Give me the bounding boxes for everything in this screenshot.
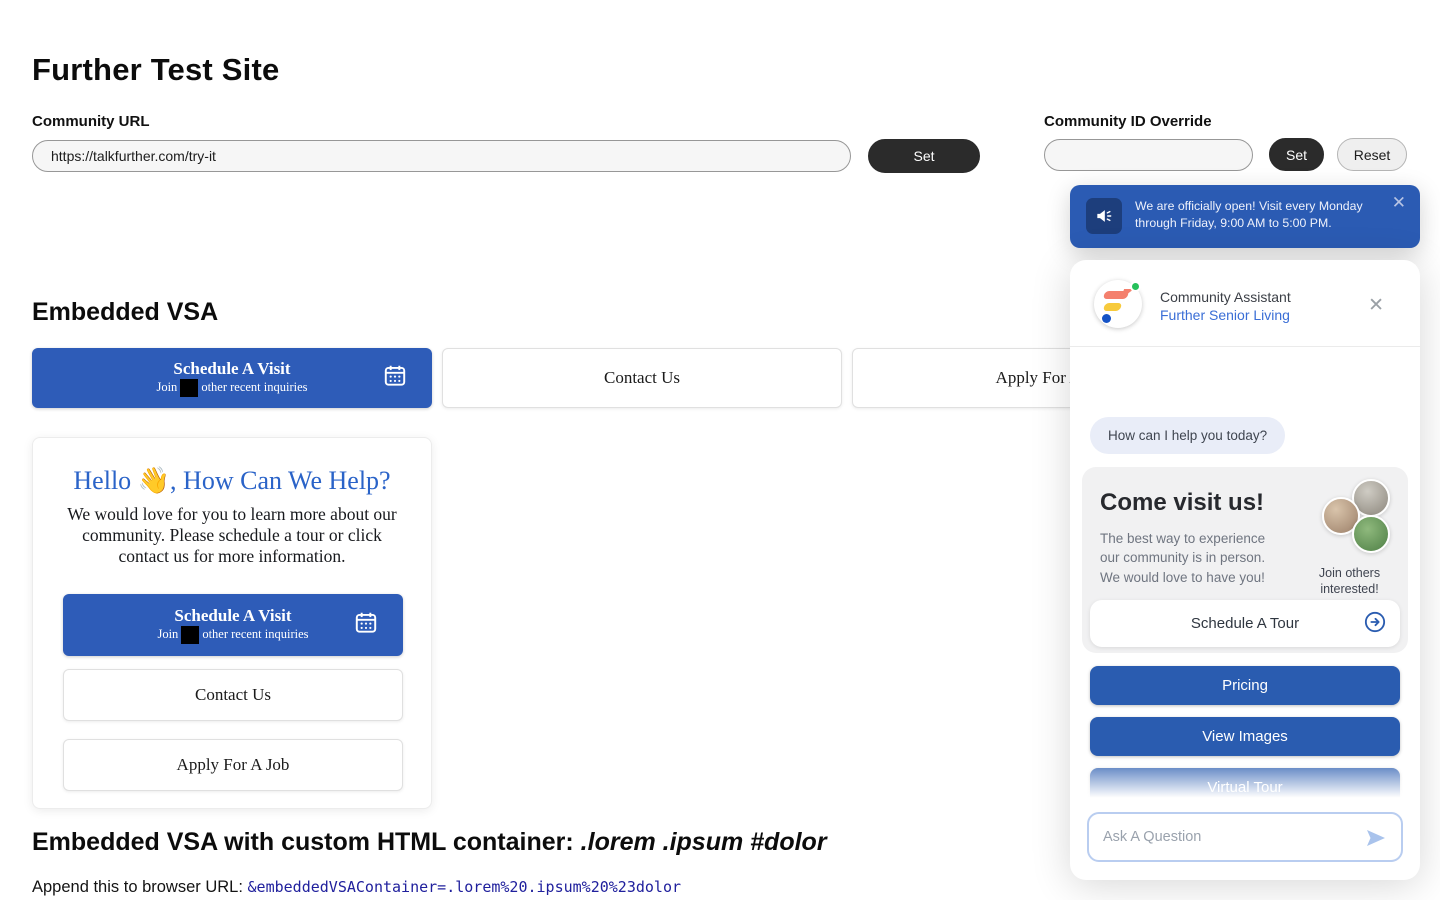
card-apply-for-a-job-button[interactable]: Apply For A Job (63, 739, 403, 791)
ask-question-input[interactable] (1103, 814, 1353, 860)
vsa-card-heading: Hello 👋, How Can We Help? (33, 466, 431, 496)
logo-blue-dot (1102, 314, 1111, 323)
append-url-line: Append this to browser URL: &embeddedVSA… (32, 878, 681, 897)
community-url-input[interactable] (32, 140, 851, 172)
calendar-icon (382, 363, 408, 394)
schedule-a-visit-button[interactable]: Schedule A Visit Joinother recent inquir… (32, 348, 432, 408)
assistant-greeting-bubble: How can I help you today? (1090, 417, 1285, 454)
community-id-label: Community ID Override (1044, 113, 1212, 130)
megaphone-icon (1086, 198, 1122, 234)
vsa-card: Hello 👋, How Can We Help? We would love … (32, 437, 432, 809)
redacted-count (181, 626, 199, 644)
page-title: Further Test Site (32, 52, 279, 88)
announcement-text: We are officially open! Visit every Mond… (1135, 198, 1380, 231)
visitor-avatar (1352, 515, 1390, 553)
avatars-caption: Join others interested! (1297, 565, 1402, 598)
redacted-count (180, 379, 198, 397)
community-id-input[interactable] (1044, 139, 1253, 171)
page: Further Test Site Community URL Set Comm… (0, 0, 1440, 900)
banner-close-icon[interactable]: ✕ (1392, 193, 1406, 213)
custom-container-heading: Embedded VSA with custom HTML container:… (32, 828, 827, 857)
community-url-label: Community URL (32, 113, 150, 130)
visitor-avatars: Join others interested! (1322, 479, 1394, 597)
calendar-icon (353, 610, 379, 641)
community-id-set-button[interactable]: Set (1269, 138, 1324, 171)
chat-widget: Community Assistant Further Senior Livin… (1070, 260, 1420, 880)
community-url-set-button[interactable]: Set (868, 139, 980, 173)
online-status-dot (1130, 281, 1141, 292)
come-visit-card: Come visit us! The best way to experienc… (1082, 467, 1408, 653)
pricing-button[interactable]: Pricing (1090, 666, 1400, 705)
community-name-link[interactable]: Further Senior Living (1160, 307, 1290, 323)
custom-container-selectors: .lorem .ipsum #dolor (581, 828, 827, 856)
logo-yellow-bar (1103, 303, 1123, 311)
schedule-a-visit-title: Schedule A Visit (156, 359, 307, 379)
append-url-code: &embeddedVSAContainer=.lorem%20.ipsum%20… (248, 878, 681, 896)
community-logo-avatar (1094, 280, 1142, 328)
community-id-reset-button[interactable]: Reset (1337, 138, 1407, 171)
card-schedule-a-visit-button[interactable]: Schedule A Visit Joinother recent inquir… (63, 594, 403, 656)
announcement-banner: We are officially open! Visit every Mond… (1070, 185, 1420, 248)
question-input-wrapper (1087, 812, 1403, 862)
circled-arrow-icon (1364, 611, 1386, 637)
come-visit-heading: Come visit us! (1100, 489, 1264, 517)
schedule-a-visit-subtitle: Joinother recent inquiries (156, 379, 307, 397)
card-contact-us-button[interactable]: Contact Us (63, 669, 403, 721)
embedded-vsa-heading: Embedded VSA (32, 298, 218, 327)
contact-us-button[interactable]: Contact Us (442, 348, 842, 408)
schedule-a-tour-button[interactable]: Schedule A Tour (1090, 600, 1400, 647)
come-visit-body: The best way to experience our community… (1100, 529, 1280, 587)
virtual-tour-button[interactable]: Virtual Tour (1090, 768, 1400, 807)
chat-header: Community Assistant Further Senior Livin… (1070, 260, 1420, 347)
logo-coral-bar (1103, 291, 1130, 299)
send-icon[interactable] (1363, 826, 1389, 855)
assistant-title: Community Assistant (1160, 289, 1291, 305)
chat-close-icon[interactable]: ✕ (1368, 296, 1384, 315)
vsa-card-body: We would love for you to learn more abou… (61, 504, 403, 567)
view-images-button[interactable]: View Images (1090, 717, 1400, 756)
